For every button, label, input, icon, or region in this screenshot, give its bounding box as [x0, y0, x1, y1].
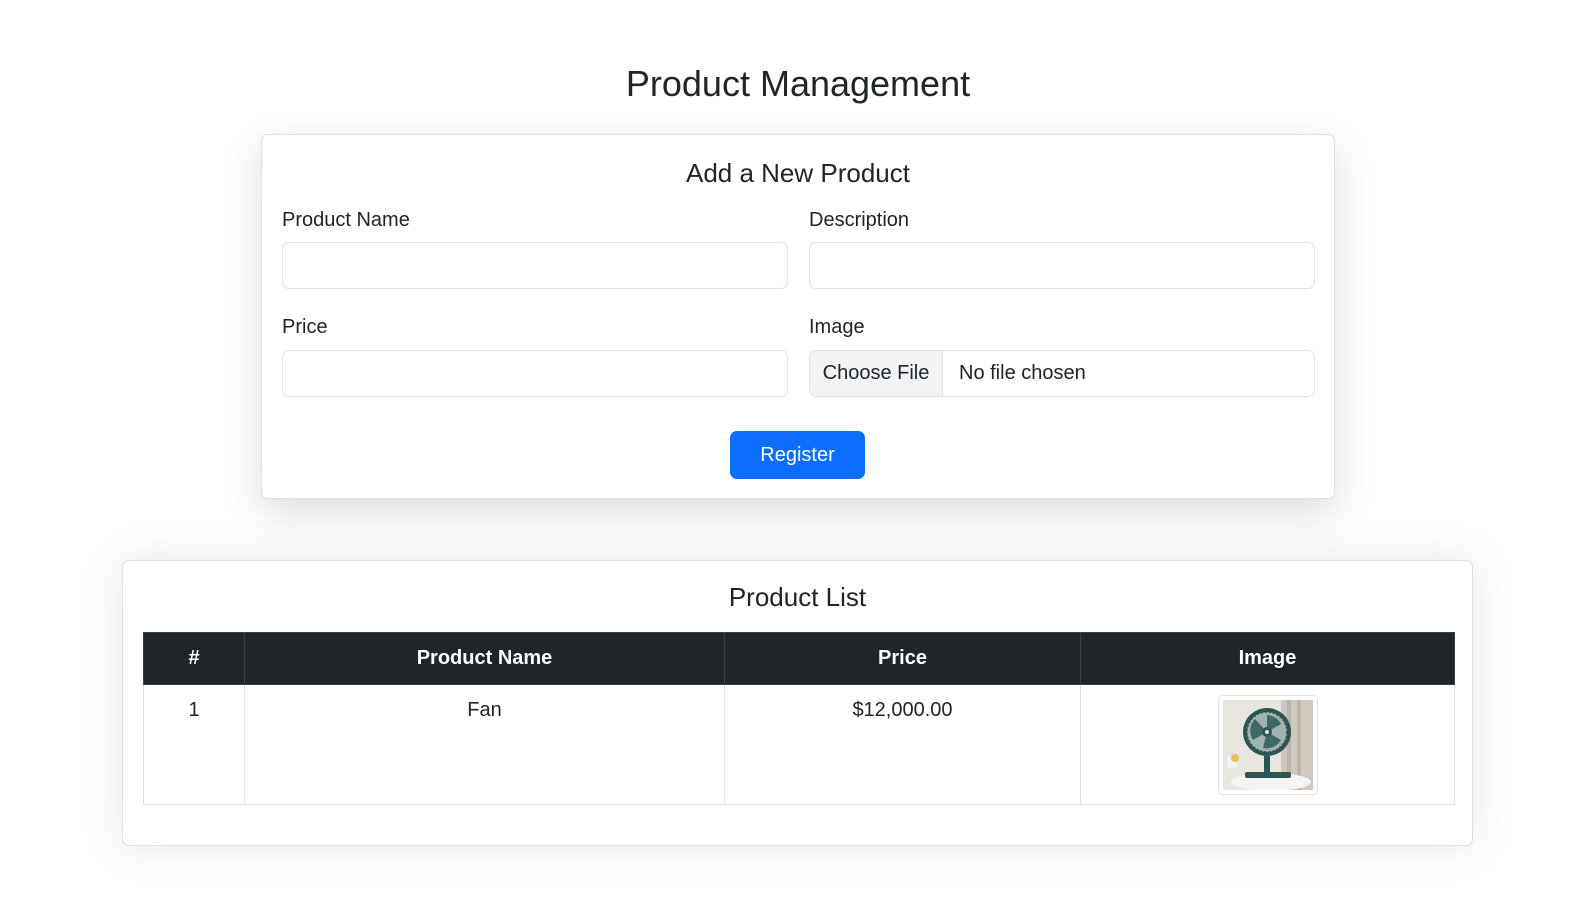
page-title: Product Management: [625, 63, 971, 104]
fan-image-icon: [1222, 700, 1313, 790]
table-row: 1 Fan $12,000.00: [143, 684, 1455, 805]
product-table: # Product Name Price Image 1 Fan $12,000…: [143, 632, 1455, 805]
column-header-product-name: Product Name: [244, 632, 725, 685]
add-product-title: Add a New Product: [685, 158, 910, 188]
file-status-text: No file chosen: [959, 362, 1086, 384]
price-input[interactable]: [282, 350, 788, 397]
price-label: Price: [282, 316, 328, 338]
description-label: Description: [809, 209, 910, 231]
add-product-card: Add a New Product Product Name Descripti…: [261, 134, 1335, 499]
product-list-title: Product List: [728, 582, 867, 612]
choose-file-button[interactable]: Choose File: [810, 351, 943, 396]
register-button[interactable]: Register: [730, 431, 865, 479]
column-header-index: #: [143, 632, 245, 685]
product-list-card: Product List # Product Name Price Image …: [122, 560, 1473, 846]
product-name-input[interactable]: [282, 242, 788, 289]
image-file-input[interactable]: Choose File No file chosen: [809, 350, 1315, 397]
product-thumbnail: [1217, 695, 1318, 795]
column-header-price: Price: [724, 632, 1081, 685]
table-header-row: # Product Name Price Image: [143, 632, 1455, 685]
cell-index: 1: [143, 684, 245, 805]
product-name-label: Product Name: [282, 209, 410, 231]
description-input[interactable]: [809, 242, 1315, 289]
column-header-image: Image: [1080, 632, 1455, 685]
cell-price: $12,000.00: [724, 684, 1081, 805]
cell-product-name: Fan: [244, 684, 725, 805]
cell-image: [1080, 684, 1455, 805]
image-label: Image: [809, 316, 865, 338]
page: Product Management Add a New Product Pro…: [0, 0, 1596, 906]
